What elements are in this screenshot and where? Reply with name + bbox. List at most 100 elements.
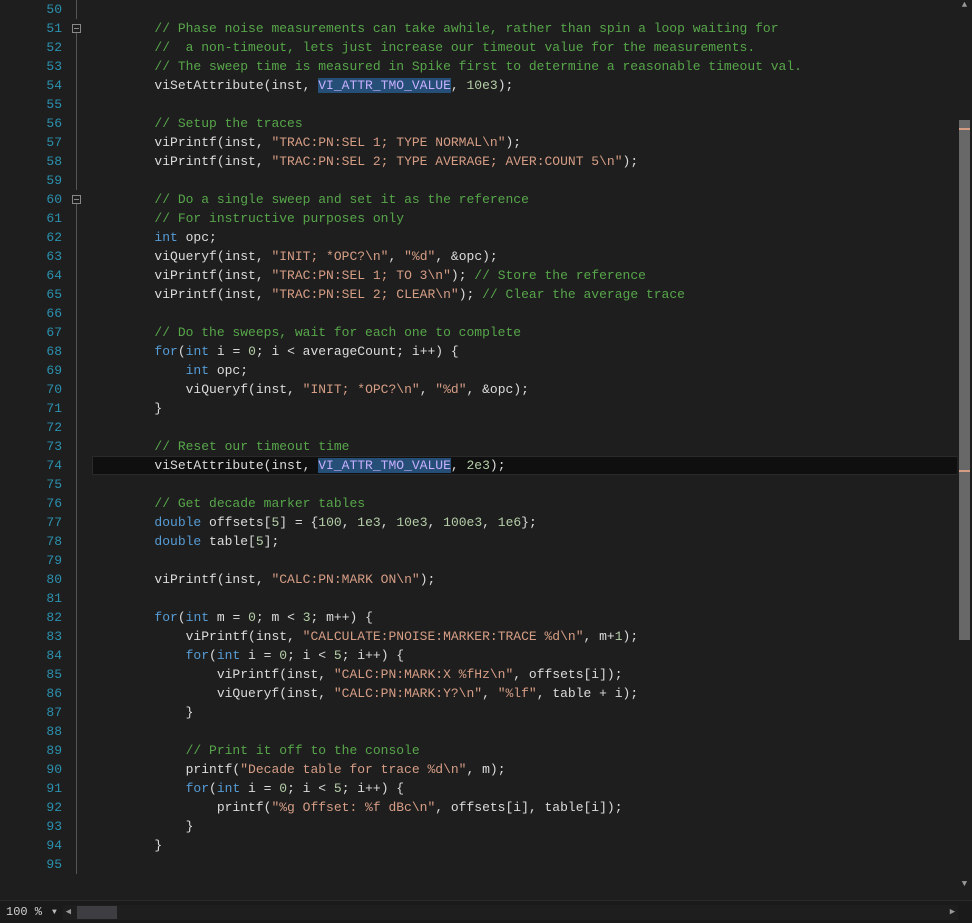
scroll-down-arrow[interactable]: ▼ xyxy=(959,879,970,890)
code-line[interactable]: printf("Decade table for trace %d\n", m)… xyxy=(92,760,972,779)
code-line[interactable] xyxy=(92,722,972,741)
line-number[interactable]: 93 xyxy=(14,817,62,836)
code-line[interactable]: viPrintf(inst, "CALC:PN:MARK:X %fHz\n", … xyxy=(92,665,972,684)
code-line[interactable] xyxy=(92,475,972,494)
line-number[interactable]: 62 xyxy=(14,228,62,247)
line-number[interactable]: 82 xyxy=(14,608,62,627)
zoom-dropdown-icon[interactable]: ▼ xyxy=(50,903,63,922)
line-number[interactable]: 73 xyxy=(14,437,62,456)
fold-toggle-icon[interactable] xyxy=(72,24,81,33)
line-number[interactable]: 64 xyxy=(14,266,62,285)
code-line[interactable]: } xyxy=(92,817,972,836)
line-number[interactable]: 50 xyxy=(14,0,62,19)
line-number[interactable]: 70 xyxy=(14,380,62,399)
scroll-thumb[interactable] xyxy=(959,120,970,640)
code-line[interactable]: viQueryf(inst, "INIT; *OPC?\n", "%d", &o… xyxy=(92,380,972,399)
line-number[interactable]: 83 xyxy=(14,627,62,646)
line-number[interactable]: 74 xyxy=(14,456,62,475)
code-line[interactable] xyxy=(92,95,972,114)
line-number[interactable]: 80 xyxy=(14,570,62,589)
line-number[interactable]: 53 xyxy=(14,57,62,76)
code-line[interactable]: // Setup the traces xyxy=(92,114,972,133)
line-number[interactable]: 72 xyxy=(14,418,62,437)
code-line[interactable]: double table[5]; xyxy=(92,532,972,551)
code-area[interactable]: // Phase noise measurements can take awh… xyxy=(84,0,972,890)
line-number[interactable]: 78 xyxy=(14,532,62,551)
code-line[interactable]: // For instructive purposes only xyxy=(92,209,972,228)
line-number[interactable]: 57 xyxy=(14,133,62,152)
scroll-right-arrow[interactable]: ▶ xyxy=(947,906,958,919)
code-line[interactable] xyxy=(92,0,972,19)
fold-toggle-icon[interactable] xyxy=(72,195,81,204)
horizontal-scrollbar[interactable]: ◀ ▶ xyxy=(63,905,958,920)
code-line[interactable]: viPrintf(inst, "TRAC:PN:SEL 2; TYPE AVER… xyxy=(92,152,972,171)
line-number[interactable]: 79 xyxy=(14,551,62,570)
line-number[interactable]: 76 xyxy=(14,494,62,513)
line-number[interactable]: 89 xyxy=(14,741,62,760)
vertical-scrollbar[interactable]: ▲ ▼ xyxy=(957,0,972,890)
code-line[interactable]: // Reset our timeout time xyxy=(92,437,972,456)
code-line[interactable]: double offsets[5] = {100, 1e3, 10e3, 100… xyxy=(92,513,972,532)
code-line[interactable]: viPrintf(inst, "CALC:PN:MARK ON\n"); xyxy=(92,570,972,589)
line-number[interactable]: 60 xyxy=(14,190,62,209)
line-number[interactable]: 90 xyxy=(14,760,62,779)
line-number-gutter[interactable]: 5051525354555657585960616263646566676869… xyxy=(14,0,70,890)
code-line[interactable]: viPrintf(inst, "TRAC:PN:SEL 1; TYPE NORM… xyxy=(92,133,972,152)
line-number[interactable]: 77 xyxy=(14,513,62,532)
code-line[interactable]: // Phase noise measurements can take awh… xyxy=(92,19,972,38)
line-number[interactable]: 54 xyxy=(14,76,62,95)
code-line[interactable]: viPrintf(inst, "TRAC:PN:SEL 2; CLEAR\n")… xyxy=(92,285,972,304)
line-number[interactable]: 55 xyxy=(14,95,62,114)
line-number[interactable]: 67 xyxy=(14,323,62,342)
code-line[interactable]: int opc; xyxy=(92,361,972,380)
scroll-left-arrow[interactable]: ◀ xyxy=(63,906,74,919)
scroll-up-arrow[interactable]: ▲ xyxy=(959,0,970,11)
line-number[interactable]: 59 xyxy=(14,171,62,190)
horizontal-scroll-thumb[interactable] xyxy=(77,906,117,919)
line-number[interactable]: 92 xyxy=(14,798,62,817)
code-line[interactable]: // Do a single sweep and set it as the r… xyxy=(92,190,972,209)
code-editor[interactable]: 5051525354555657585960616263646566676869… xyxy=(0,0,972,890)
line-number[interactable]: 81 xyxy=(14,589,62,608)
code-line[interactable] xyxy=(92,855,972,874)
code-line[interactable]: viQueryf(inst, "INIT; *OPC?\n", "%d", &o… xyxy=(92,247,972,266)
code-line[interactable]: for(int i = 0; i < averageCount; i++) { xyxy=(92,342,972,361)
line-number[interactable]: 88 xyxy=(14,722,62,741)
line-number[interactable]: 84 xyxy=(14,646,62,665)
line-number[interactable]: 56 xyxy=(14,114,62,133)
code-line[interactable]: // The sweep time is measured in Spike f… xyxy=(92,57,972,76)
zoom-level[interactable]: 100 % xyxy=(0,903,50,922)
code-line[interactable]: printf("%g Offset: %f dBc\n", offsets[i]… xyxy=(92,798,972,817)
scrollbar-marker[interactable] xyxy=(959,470,970,472)
code-line[interactable]: viQueryf(inst, "CALC:PN:MARK:Y?\n", "%lf… xyxy=(92,684,972,703)
code-line[interactable]: viPrintf(inst, "CALCULATE:PNOISE:MARKER:… xyxy=(92,627,972,646)
line-number[interactable]: 51 xyxy=(14,19,62,38)
line-number[interactable]: 66 xyxy=(14,304,62,323)
line-number[interactable]: 65 xyxy=(14,285,62,304)
code-line[interactable]: // Get decade marker tables xyxy=(92,494,972,513)
code-line[interactable] xyxy=(92,551,972,570)
code-line[interactable]: viSetAttribute(inst, VI_ATTR_TMO_VALUE, … xyxy=(92,76,972,95)
line-number[interactable]: 61 xyxy=(14,209,62,228)
code-line[interactable]: // a non-timeout, lets just increase our… xyxy=(92,38,972,57)
line-number[interactable]: 71 xyxy=(14,399,62,418)
code-line[interactable]: } xyxy=(92,399,972,418)
code-line[interactable]: for(int i = 0; i < 5; i++) { xyxy=(92,646,972,665)
line-number[interactable]: 75 xyxy=(14,475,62,494)
line-number[interactable]: 86 xyxy=(14,684,62,703)
fold-margin[interactable] xyxy=(70,0,84,890)
scrollbar-marker[interactable] xyxy=(959,128,970,130)
line-number[interactable]: 68 xyxy=(14,342,62,361)
line-number[interactable]: 87 xyxy=(14,703,62,722)
line-number[interactable]: 85 xyxy=(14,665,62,684)
code-line[interactable] xyxy=(92,589,972,608)
code-line[interactable]: // Print it off to the console xyxy=(92,741,972,760)
code-line[interactable]: viPrintf(inst, "TRAC:PN:SEL 1; TO 3\n");… xyxy=(92,266,972,285)
line-number[interactable]: 91 xyxy=(14,779,62,798)
code-line[interactable] xyxy=(92,171,972,190)
code-line[interactable] xyxy=(92,418,972,437)
code-line[interactable] xyxy=(92,304,972,323)
line-number[interactable]: 94 xyxy=(14,836,62,855)
code-line[interactable]: for(int i = 0; i < 5; i++) { xyxy=(92,779,972,798)
code-line[interactable]: for(int m = 0; m < 3; m++) { xyxy=(92,608,972,627)
